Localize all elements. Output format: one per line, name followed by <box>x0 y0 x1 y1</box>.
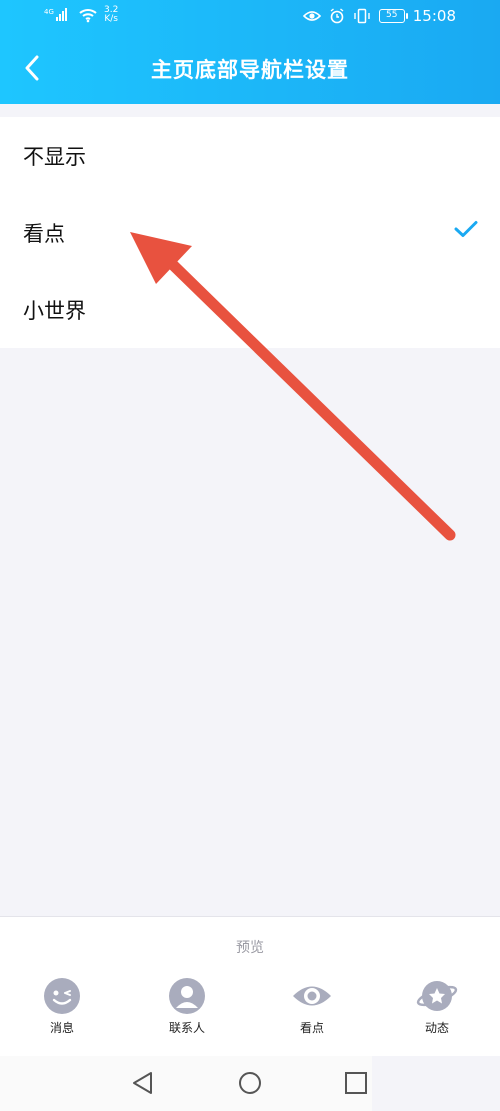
preview-tab-label: 消息 <box>49 1021 74 1035</box>
battery-icon: 55 <box>378 9 408 23</box>
preview-tab-moments[interactable]: 动态 <box>392 977 482 1036</box>
preview-tab-kandian[interactable]: 看点 <box>267 977 357 1036</box>
network-speed: 3.2 K/s <box>104 6 118 24</box>
preview-panel: 预览 消息 联系人 看点 动态 <box>0 916 500 1056</box>
network-speed-unit: K/s <box>104 14 118 24</box>
option-kandian[interactable]: 看点 <box>0 194 500 271</box>
system-recents-icon[interactable] <box>344 1071 368 1095</box>
preview-label: 预览 <box>236 940 264 956</box>
preview-tab-label: 联系人 <box>168 1021 205 1035</box>
nav-bar: 主页底部导航栏设置 <box>0 34 500 104</box>
eye-comfort-icon <box>302 11 321 21</box>
check-icon <box>454 221 478 237</box>
system-back-icon[interactable] <box>131 1071 155 1095</box>
eye-icon <box>293 986 331 1006</box>
system-nav-bar <box>0 1056 372 1111</box>
planet-icon <box>416 981 458 1011</box>
option-label: 看点 <box>23 221 65 246</box>
preview-tab-messages[interactable]: 消息 <box>17 977 107 1036</box>
option-label: 小世界 <box>23 298 86 323</box>
network-type: 4G <box>44 8 54 16</box>
signal-icon: 4G <box>44 8 67 21</box>
alarm-icon <box>330 8 344 24</box>
header: 4G 3.2 K/s 55 15:08 主页底部导航栏设置 <box>0 0 500 104</box>
clock: 15:08 <box>412 7 456 25</box>
message-icon <box>44 978 80 1014</box>
option-label: 不显示 <box>23 144 86 169</box>
tab-option-list: 不显示 看点 小世界 <box>0 117 500 348</box>
status-right: 55 15:08 <box>302 7 456 25</box>
preview-tab-label: 动态 <box>424 1021 449 1035</box>
status-bar: 4G 3.2 K/s 55 15:08 <box>0 0 500 34</box>
page-title: 主页底部导航栏设置 <box>151 58 349 82</box>
preview-tab-label: 看点 <box>299 1021 324 1035</box>
battery-level: 55 <box>386 10 398 20</box>
contacts-icon <box>169 978 205 1014</box>
status-left: 4G 3.2 K/s <box>44 6 118 24</box>
option-small-world[interactable]: 小世界 <box>0 271 500 348</box>
vibrate-icon <box>354 8 370 24</box>
option-hide[interactable]: 不显示 <box>0 117 500 194</box>
preview-tab-contacts[interactable]: 联系人 <box>142 977 232 1036</box>
wifi-icon <box>79 9 97 23</box>
system-home-icon[interactable] <box>238 1071 262 1095</box>
